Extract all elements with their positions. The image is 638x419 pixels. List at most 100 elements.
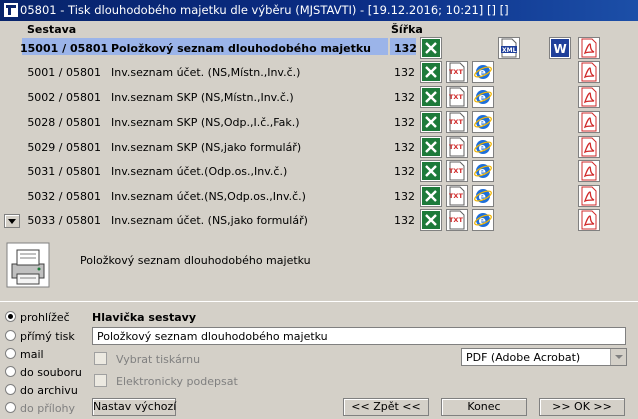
svg-text:TXT: TXT bbox=[449, 216, 463, 224]
scroll-down-button[interactable] bbox=[4, 214, 20, 228]
txt-icon[interactable]: TXT bbox=[446, 86, 468, 108]
pdf-icon[interactable] bbox=[578, 86, 600, 108]
excel-icon[interactable] bbox=[420, 136, 442, 158]
txt-icon[interactable]: TXT bbox=[446, 61, 468, 83]
report-name: Inv.seznam účet. (NS,jako formulář) bbox=[111, 214, 308, 227]
svg-text:W: W bbox=[554, 42, 567, 56]
report-name: Inv.seznam účet.(NS,Odp.os.,Inv.č.) bbox=[111, 190, 306, 203]
radio-label: do archivu bbox=[20, 384, 78, 397]
radio-dot bbox=[5, 402, 16, 413]
word-icon[interactable]: W bbox=[549, 37, 571, 59]
checkbox-box[interactable] bbox=[94, 374, 107, 387]
radio-mail[interactable]: mail bbox=[5, 348, 44, 361]
radio-label: přímý tisk bbox=[20, 330, 75, 343]
excel-icon[interactable] bbox=[420, 111, 442, 133]
radio-viewer[interactable]: prohlížeč bbox=[5, 311, 70, 324]
radio-to-file[interactable]: do souboru bbox=[5, 366, 82, 379]
txt-icon[interactable]: TXT bbox=[446, 111, 468, 133]
column-header-sestava[interactable]: Sestava bbox=[27, 23, 76, 36]
format-select[interactable]: PDF (Adobe Acrobat) bbox=[461, 348, 627, 366]
html-ie-icon[interactable]: e bbox=[472, 86, 494, 108]
report-code: 5002 / 05801 bbox=[27, 91, 101, 104]
report-name: Inv.seznam SKP (NS,jako formulář) bbox=[111, 141, 302, 154]
report-width: 132 bbox=[394, 66, 415, 79]
excel-icon[interactable] bbox=[420, 185, 442, 207]
window-title: 05801 - Tisk dlouhodobého majetku dle vý… bbox=[20, 3, 509, 17]
report-row[interactable]: 5001 / 05801 Inv.seznam účet. (NS,Místn.,… bbox=[0, 61, 638, 86]
title-bar: 05801 - Tisk dlouhodobého majetku dle vý… bbox=[0, 0, 638, 21]
report-row[interactable]: 15001 / 05801 Položkový seznam dlouhodobé… bbox=[0, 37, 638, 62]
report-width: 132 bbox=[394, 42, 417, 55]
chevron-down-icon[interactable] bbox=[610, 349, 626, 365]
report-name: Inv.seznam účet. (NS,Místn.,Inv.č.) bbox=[111, 66, 301, 79]
radio-direct-print[interactable]: přímý tisk bbox=[5, 330, 75, 343]
radio-dot[interactable] bbox=[5, 311, 16, 322]
pdf-icon[interactable] bbox=[578, 37, 600, 59]
pdf-icon[interactable] bbox=[578, 111, 600, 133]
html-ie-icon[interactable]: e bbox=[472, 209, 494, 231]
radio-to-archive[interactable]: do archivu bbox=[5, 384, 78, 397]
select-printer-checkbox[interactable]: Vybrat tiskárnu bbox=[94, 352, 200, 366]
report-header-label: Hlavička sestavy bbox=[92, 311, 197, 324]
txt-icon[interactable]: TXT bbox=[446, 160, 468, 182]
svg-text:TXT: TXT bbox=[449, 93, 463, 101]
svg-text:XML: XML bbox=[502, 47, 517, 54]
report-code: 5033 / 05801 bbox=[27, 214, 101, 227]
pdf-icon[interactable] bbox=[578, 160, 600, 182]
radio-dot[interactable] bbox=[5, 384, 16, 395]
report-width: 132 bbox=[394, 141, 415, 154]
report-code: 5032 / 05801 bbox=[27, 190, 101, 203]
pdf-icon[interactable] bbox=[578, 61, 600, 83]
xml-icon[interactable]: XML bbox=[498, 37, 520, 59]
radio-label: do přílohy bbox=[20, 402, 76, 415]
report-row[interactable]: 5031 / 05801 Inv.seznam účet.(Odp.os.,Inv… bbox=[0, 160, 638, 185]
report-width: 132 bbox=[394, 190, 415, 203]
report-description: Položkový seznam dlouhodobého majetku bbox=[80, 254, 311, 267]
set-defaults-button[interactable]: Nastav výchozí bbox=[92, 398, 176, 416]
report-row[interactable]: 5029 / 05801 Inv.seznam SKP (NS,jako form… bbox=[0, 136, 638, 161]
report-header-input[interactable]: Položkový seznam dlouhodobého majetku bbox=[92, 327, 626, 345]
txt-icon[interactable]: TXT bbox=[446, 185, 468, 207]
radio-label: mail bbox=[20, 348, 44, 361]
radio-dot[interactable] bbox=[5, 330, 16, 341]
svg-text:TXT: TXT bbox=[449, 143, 463, 151]
excel-icon[interactable] bbox=[420, 160, 442, 182]
checkbox-box[interactable] bbox=[94, 352, 107, 365]
excel-icon[interactable] bbox=[420, 209, 442, 231]
report-width: 132 bbox=[394, 91, 415, 104]
report-row[interactable]: 5028 / 05801 Inv.seznam SKP (NS,Odp.,I.č.… bbox=[0, 111, 638, 136]
txt-icon[interactable]: TXT bbox=[446, 209, 468, 231]
report-name: Položkový seznam dlouhodobého majetku bbox=[111, 42, 371, 55]
app-icon bbox=[4, 3, 18, 17]
report-name: Inv.seznam SKP (NS,Odp.,I.č.,Fak.) bbox=[111, 116, 300, 129]
html-ie-icon[interactable]: e bbox=[472, 111, 494, 133]
excel-icon[interactable] bbox=[420, 61, 442, 83]
report-row[interactable]: 5032 / 05801 Inv.seznam účet.(NS,Odp.os.,… bbox=[0, 185, 638, 210]
e-signature-checkbox[interactable]: Elektronicky podepsat bbox=[94, 374, 238, 388]
pdf-icon[interactable] bbox=[578, 209, 600, 231]
html-ie-icon[interactable]: e bbox=[472, 185, 494, 207]
txt-icon[interactable]: TXT bbox=[446, 136, 468, 158]
pdf-icon[interactable] bbox=[578, 185, 600, 207]
excel-icon[interactable] bbox=[420, 37, 442, 59]
html-ie-icon[interactable]: e bbox=[472, 61, 494, 83]
report-name: Inv.seznam účet.(Odp.os.,Inv.č.) bbox=[111, 165, 288, 178]
printer-icon bbox=[6, 242, 50, 288]
report-row[interactable]: 5033 / 05801 Inv.seznam účet. (NS,jako fo… bbox=[0, 209, 638, 234]
html-ie-icon[interactable]: e bbox=[472, 136, 494, 158]
radio-dot[interactable] bbox=[5, 366, 16, 377]
html-ie-icon[interactable]: e bbox=[472, 160, 494, 182]
radio-label: do souboru bbox=[20, 366, 82, 379]
excel-icon[interactable] bbox=[420, 86, 442, 108]
pdf-icon[interactable] bbox=[578, 136, 600, 158]
ok-button[interactable]: >> OK >> bbox=[539, 398, 625, 416]
radio-dot[interactable] bbox=[5, 348, 16, 359]
svg-text:TXT: TXT bbox=[449, 167, 463, 175]
divider bbox=[0, 301, 638, 302]
report-name: Inv.seznam SKP (NS,Místn.,Inv.č.) bbox=[111, 91, 294, 104]
end-button[interactable]: Konec bbox=[441, 398, 527, 416]
column-header-sirka[interactable]: Šířka bbox=[391, 23, 423, 36]
report-width: 132 bbox=[394, 165, 415, 178]
back-button[interactable]: << Zpět << bbox=[343, 398, 429, 416]
report-row[interactable]: 5002 / 05801 Inv.seznam SKP (NS,Místn.,In… bbox=[0, 86, 638, 111]
